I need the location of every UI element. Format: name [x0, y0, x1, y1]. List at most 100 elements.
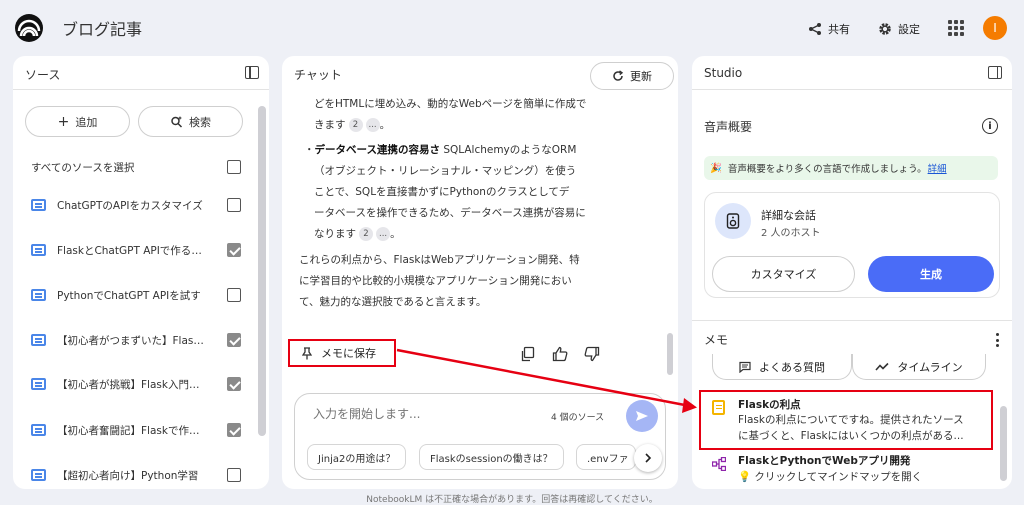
collapse-panel-icon[interactable] [988, 66, 1002, 79]
source-item[interactable]: 【初心者が挑戦】Flask入門ガイド [31, 374, 241, 394]
source-item[interactable]: 【初心者がつまずいた】Flask開発 [31, 330, 241, 350]
search-source-button[interactable]: 検索 [138, 106, 243, 137]
footer-disclaimer: NotebookLM は不正確な場合があります。回答は再確認してください。 [366, 495, 658, 505]
sources-scrollbar[interactable] [258, 106, 266, 436]
document-icon [31, 378, 46, 390]
send-button[interactable] [626, 400, 658, 432]
banner-details-link[interactable]: 詳細 [928, 161, 947, 175]
suggestion-chip[interactable]: Flaskのsessionの働きは？ [419, 444, 564, 470]
hosts-label: 2 人のホスト [761, 228, 821, 239]
citation-badge[interactable]: 2 [359, 227, 373, 241]
source-item[interactable]: 【初心者奮闘記】Flaskで作るアプリ [31, 420, 241, 440]
response-line: きます 2...。 [314, 118, 391, 132]
document-icon [31, 469, 46, 481]
source-item[interactable]: FlaskとChatGPT APIで作るWebアプリ [31, 240, 241, 260]
response-line: どをHTMLに埋め込み、動的なWebページを簡単に作成で [314, 98, 587, 110]
more-options-icon[interactable] [996, 333, 1000, 347]
document-icon [31, 289, 46, 301]
response-line: ータベースを操作できるため、データベース連携が容易に [314, 207, 586, 219]
sources-header: ソース [13, 56, 269, 90]
document-icon [31, 244, 46, 256]
faq-button[interactable]: よくある質問 [712, 354, 852, 380]
share-label: 共有 [828, 23, 850, 36]
note-item[interactable]: Flaskの利点 Flaskの利点についてですね。提供されたソース に基づくと、… [699, 390, 993, 450]
source-checkbox[interactable] [227, 288, 241, 302]
note-title: Flaskの利点 [738, 399, 801, 411]
mind-map-title[interactable]: FlaskとPythonでWebアプリ開発 [738, 453, 910, 468]
sources-panel: ソース + 追加 検索 すべてのソースを選択 ChatGPTのAPIをカスタマイ… [13, 56, 269, 489]
response-line: に学習目的や比較的小規模なアプリケーション開発におい [299, 275, 572, 287]
note-icon [712, 400, 725, 415]
citation-more-badge[interactable]: ... [365, 118, 380, 132]
timeline-label: タイムライン [897, 360, 963, 374]
save-to-memo-button[interactable]: メモに保存 [288, 339, 396, 367]
select-all-row[interactable]: すべてのソースを選択 [31, 157, 241, 177]
speaker-icon [715, 203, 751, 239]
plus-icon: + [57, 113, 70, 130]
citation-more-badge[interactable]: ... [376, 227, 391, 241]
suggestions-next-button[interactable] [634, 444, 662, 472]
note-preview: Flaskの利点についてですね。提供されたソース に基づくと、Flaskにはいく… [738, 412, 988, 444]
source-checkbox[interactable] [227, 377, 241, 391]
settings-button[interactable]: 設定 [868, 15, 930, 43]
save-memo-label: メモに保存 [321, 347, 376, 360]
conversation-title: 詳細な会話 [761, 209, 816, 222]
suggestion-chip[interactable]: .envファ [576, 444, 636, 470]
source-checkbox[interactable] [227, 468, 241, 482]
studio-header: Studio [692, 56, 1012, 90]
refresh-button[interactable]: 更新 [590, 62, 674, 90]
avatar[interactable]: I [983, 16, 1007, 40]
response-line: て、魅力的な選択肢であると言えます。 [299, 296, 487, 308]
notebooklm-logo-icon[interactable] [15, 14, 43, 42]
source-checkbox[interactable] [227, 333, 241, 347]
info-icon[interactable]: i [982, 118, 998, 134]
source-checkbox[interactable] [227, 423, 241, 437]
chat-input-box[interactable]: 4 個のソース Jinja2の用途は？ Flaskのsessionの働きは？ .… [294, 393, 666, 480]
language-banner: 🎉 音声概要をより多くの言語で作成しましょう。 詳細 [704, 156, 998, 180]
top-bar: ブログ記事 共有 設定 I [0, 0, 1024, 56]
source-item[interactable]: 【超初心者向け】Python学習 [31, 465, 241, 485]
source-label: 【初心者がつまずいた】Flask開発 [57, 334, 209, 347]
response-line: これらの利点から、FlaskはWebアプリケーション開発、特 [299, 254, 580, 266]
pin-icon [302, 346, 312, 359]
mind-map-hint: 💡 クリックしてマインドマップを開く [738, 471, 923, 483]
document-icon [31, 199, 46, 211]
thumbs-down-icon[interactable] [584, 346, 600, 362]
source-label: ChatGPTのAPIをカスタマイズ [57, 199, 203, 212]
select-all-label: すべてのソースを選択 [31, 161, 135, 174]
apps-grid-icon[interactable] [948, 20, 964, 36]
studio-title: Studio [704, 66, 743, 80]
add-source-button[interactable]: + 追加 [25, 106, 130, 137]
thumbs-up-icon[interactable] [552, 346, 568, 362]
chat-messages: どをHTMLに埋め込み、動的なWebページを簡単に作成で きます 2...。 ・デ… [282, 90, 678, 330]
collapse-panel-icon[interactable] [245, 66, 259, 79]
timeline-button[interactable]: タイムライン [852, 354, 986, 380]
notebook-title[interactable]: ブログ記事 [62, 16, 142, 40]
note-preview-line: に基づくと、Flaskにはいくつかの利点がある... [738, 430, 964, 442]
memo-title: メモ [704, 333, 729, 347]
share-button[interactable]: 共有 [798, 15, 860, 43]
chevron-right-icon [645, 453, 652, 463]
source-checkbox[interactable] [227, 198, 241, 212]
customize-button[interactable]: カスタマイズ [712, 256, 855, 292]
document-icon [31, 334, 46, 346]
chat-title: チャット [294, 68, 342, 82]
studio-scrollbar[interactable] [1000, 406, 1007, 481]
response-line: ことで、SQLを直接書かずにPythonのクラスとしてデ [314, 186, 570, 198]
source-item[interactable]: ChatGPTのAPIをカスタマイズ [31, 195, 241, 215]
audio-overview-card: 詳細な会話 2 人のホスト カスタマイズ 生成 [704, 192, 1000, 298]
copy-icon[interactable] [520, 346, 536, 362]
chat-scrollbar[interactable] [667, 333, 673, 375]
share-icon [809, 23, 821, 35]
response-line: （オブジェクト・リレーショナル・マッピング）を使う [314, 165, 577, 177]
citation-badge[interactable]: 2 [348, 118, 363, 132]
source-checkbox[interactable] [227, 243, 241, 257]
party-popper-icon: 🎉 [710, 162, 722, 174]
source-label: FlaskとChatGPT APIで作るWebアプリ [57, 244, 209, 257]
source-item[interactable]: PythonでChatGPT APIを試す [31, 285, 241, 305]
generate-button[interactable]: 生成 [868, 256, 994, 292]
select-all-checkbox[interactable] [227, 160, 241, 174]
chat-input[interactable] [313, 407, 513, 421]
suggestion-chip[interactable]: Jinja2の用途は？ [307, 444, 407, 470]
response-line: なります 2...。 [314, 227, 401, 241]
